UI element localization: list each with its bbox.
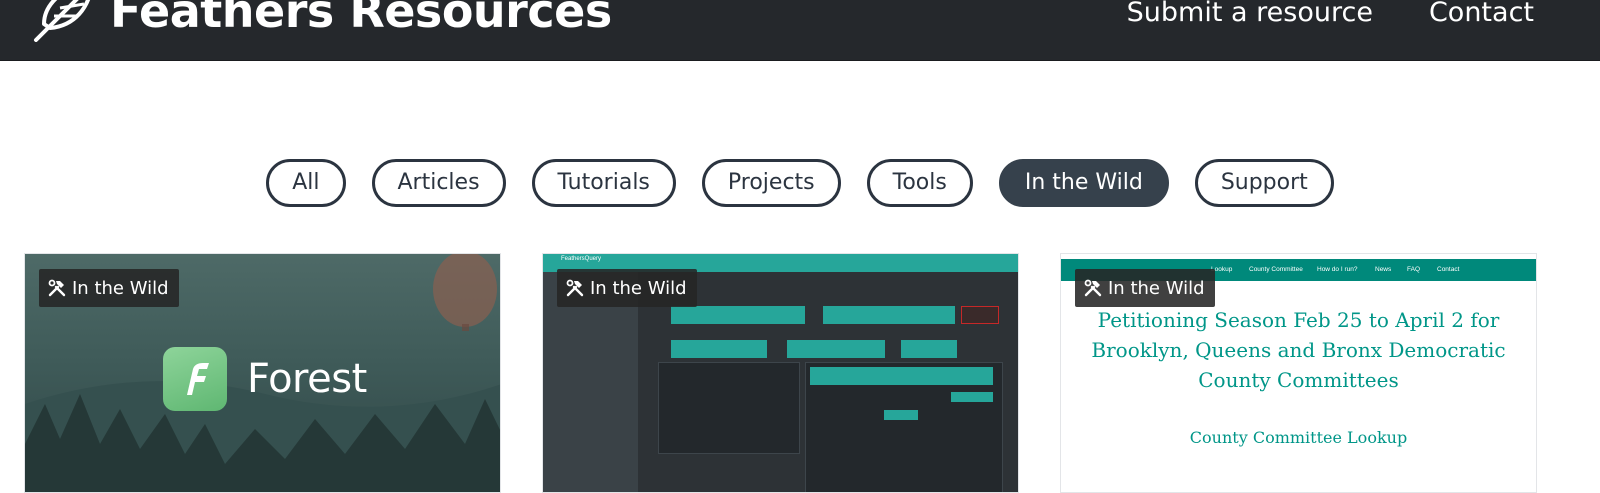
filter-in-the-wild[interactable]: In the Wild bbox=[998, 159, 1169, 207]
filter-projects[interactable]: Projects bbox=[701, 159, 841, 207]
feather-icon bbox=[34, 0, 90, 42]
forest-brand: Forest bbox=[163, 347, 367, 411]
fq-app-title: FeathersQuery bbox=[561, 256, 602, 262]
cc-nav-item: How do I run? bbox=[1317, 266, 1358, 273]
card-tag: In the Wild bbox=[1075, 269, 1215, 307]
filter-support[interactable]: Support bbox=[1194, 159, 1334, 207]
category-filters: All Articles Tutorials Projects Tools In… bbox=[0, 159, 1600, 207]
fq-load-more-button bbox=[884, 410, 918, 420]
card-tag-label: In the Wild bbox=[72, 277, 169, 299]
tools-icon bbox=[1084, 279, 1102, 297]
resource-card[interactable]: Lookup County Committee How do I run? Ne… bbox=[1060, 253, 1537, 493]
cc-nav-item: FAQ bbox=[1407, 266, 1421, 273]
brand[interactable]: Feathers Resources bbox=[30, 0, 612, 42]
nav-contact[interactable]: Contact bbox=[1429, 0, 1534, 30]
cc-nav-item: News bbox=[1375, 266, 1392, 273]
fq-field bbox=[671, 340, 767, 358]
fq-query-editor bbox=[658, 362, 800, 454]
site-title: Feathers Resources bbox=[110, 0, 612, 38]
filter-tools[interactable]: Tools bbox=[866, 159, 973, 207]
cc-nav-item: County Committee bbox=[1249, 266, 1303, 273]
fq-field bbox=[823, 306, 955, 324]
fq-field bbox=[901, 340, 957, 358]
filter-all[interactable]: All bbox=[266, 159, 346, 207]
tools-icon bbox=[566, 279, 584, 297]
resource-card[interactable]: FeathersQuery In the Wild bbox=[542, 253, 1019, 493]
fq-field bbox=[787, 340, 885, 358]
card-tag-label: In the Wild bbox=[1108, 277, 1205, 299]
filter-tutorials[interactable]: Tutorials bbox=[531, 159, 676, 207]
resource-card[interactable]: Forest In the Wild bbox=[24, 253, 501, 493]
top-nav: Submit a resource Contact bbox=[1127, 0, 1534, 30]
fq-field bbox=[671, 306, 805, 324]
forest-logo-icon bbox=[163, 347, 227, 411]
filter-articles[interactable]: Articles bbox=[371, 159, 506, 207]
tools-icon bbox=[48, 279, 66, 297]
card-tag: In the Wild bbox=[39, 269, 179, 307]
fq-load-all-button bbox=[951, 392, 993, 402]
card-tag-label: In the Wild bbox=[590, 277, 687, 299]
nav-submit-resource[interactable]: Submit a resource bbox=[1127, 0, 1373, 30]
card-tag: In the Wild bbox=[557, 269, 697, 307]
cc-nav-item: Contact bbox=[1437, 266, 1460, 273]
cc-headline: Petitioning Season Feb 25 to April 2 for… bbox=[1091, 308, 1506, 392]
fq-connect-button bbox=[961, 306, 999, 324]
site-header: Feathers Resources Submit a resource Con… bbox=[0, 0, 1600, 61]
forest-name: Forest bbox=[247, 356, 367, 402]
fq-field bbox=[810, 367, 993, 385]
cc-subheading: County Committee Lookup bbox=[1189, 428, 1408, 447]
